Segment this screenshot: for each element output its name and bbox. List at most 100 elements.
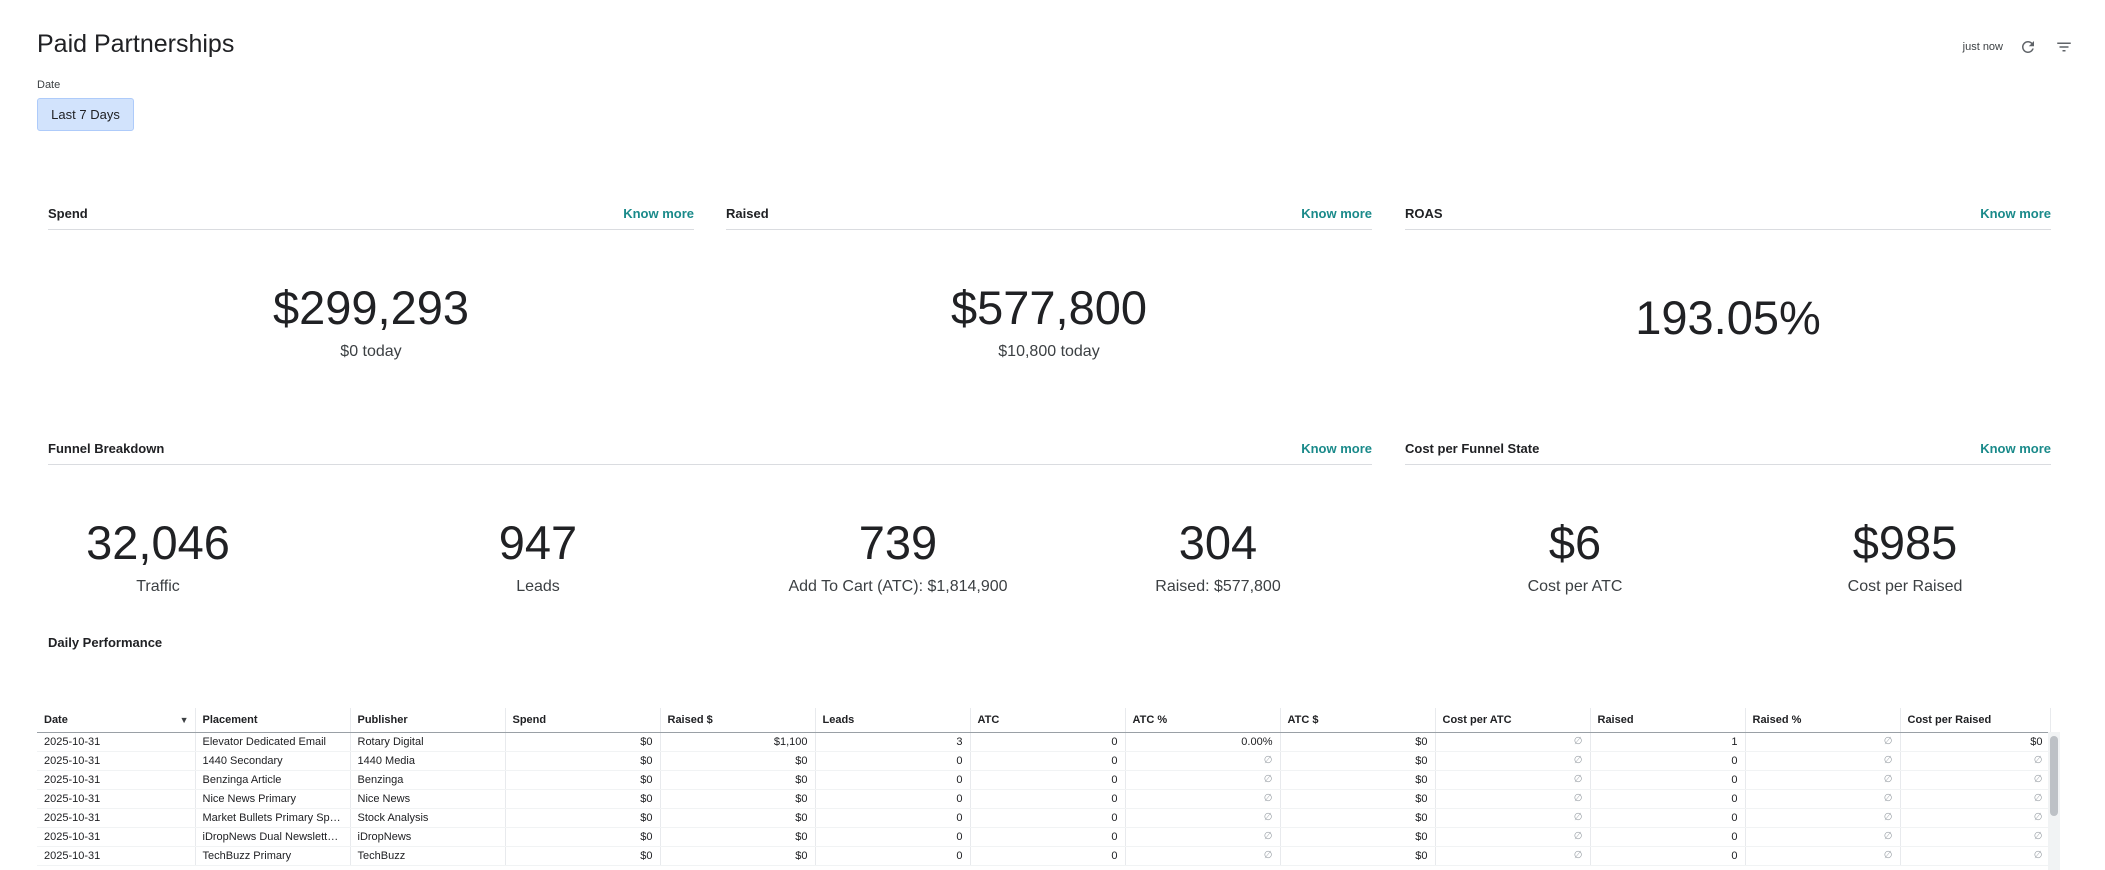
table-cell: ∅ — [1745, 846, 1901, 866]
table-cell: $0 — [660, 808, 816, 828]
atc-metric: 739 Add To Cart (ATC): $1,814,900 — [748, 519, 1048, 596]
card-title: Funnel Breakdown — [48, 441, 165, 456]
table-cell: 2025-10-31 — [37, 846, 196, 866]
table-cell: $0 — [505, 732, 661, 752]
table-cell: ∅ — [1745, 808, 1901, 828]
leads-metric: 947 Leads — [418, 519, 658, 596]
metric-value: $985 — [1852, 516, 1958, 569]
table-cell: $0 — [1900, 732, 2051, 752]
traffic-metric: 32,046 Traffic — [38, 519, 278, 596]
card-title: ROAS — [1405, 206, 1443, 221]
card-header: ROAS Know more — [1405, 206, 2051, 230]
spend-metric: $299,293 $0 today — [48, 284, 694, 361]
know-more-link[interactable]: Know more — [1980, 206, 2051, 221]
metric-label: Cost per Raised — [1847, 578, 1963, 595]
daily-performance-table: Date ▼ Placement Publisher Spend Raised $… — [37, 708, 2060, 870]
table-row[interactable]: 2025-10-31iDropNews Dual Newsletter Spon… — [37, 827, 2051, 847]
table-cell: $0 — [505, 789, 661, 809]
metric-value: 193.05% — [1635, 291, 1821, 344]
metric-label: Cost per ATC — [1527, 578, 1623, 595]
table-header-row: Date ▼ Placement Publisher Spend Raised $… — [37, 708, 2051, 733]
table-cell: ∅ — [1125, 770, 1281, 790]
table-cell: $0 — [505, 846, 661, 866]
page-title: Paid Partnerships — [37, 30, 235, 58]
table-cell: ∅ — [1435, 770, 1591, 790]
table-cell: 0 — [1590, 846, 1746, 866]
table-cell: Nice News Primary — [195, 789, 351, 809]
column-header-placement[interactable]: Placement — [195, 708, 351, 733]
table-cell: 0 — [815, 808, 971, 828]
table-cell: ∅ — [1435, 789, 1591, 809]
table-row[interactable]: 2025-10-31 Benzinga Article Benzinga $0 $0 0 0… — [37, 770, 2051, 790]
metric-value: 32,046 — [86, 516, 230, 569]
know-more-link[interactable]: Know more — [623, 206, 694, 221]
table-cell: ∅ — [1900, 789, 2051, 809]
filter-icon[interactable] — [2053, 36, 2075, 58]
table-cell: 2025-10-31 — [37, 751, 196, 771]
know-more-link[interactable]: Know more — [1301, 206, 1372, 221]
column-header-atc-dollars[interactable]: ATC $ — [1280, 708, 1436, 733]
date-filter-button[interactable]: Last 7 Days — [37, 98, 134, 131]
know-more-link[interactable]: Know more — [1301, 441, 1372, 456]
table-cell: $0 — [1280, 789, 1436, 809]
table-cell: ∅ — [1745, 751, 1901, 771]
table-row[interactable]: 2025-10-31 Nice News Primary Nice News $0 $0… — [37, 789, 2051, 809]
table-cell: 1440 Media — [350, 751, 506, 771]
column-header-atc[interactable]: ATC — [970, 708, 1126, 733]
vertical-scrollbar[interactable] — [2048, 732, 2060, 870]
raised-metric: $577,800 $10,800 today — [726, 284, 1372, 361]
table-cell: Elevator Dedicated Email — [195, 732, 351, 752]
raised-count-metric: 304 Raised: $577,800 — [1098, 519, 1338, 596]
table-cell: 0 — [970, 808, 1126, 828]
table-row[interactable]: 2025-10-31 1440 Secondary 1440 Media $0 $0 0 0… — [37, 751, 2051, 771]
table-cell: ∅ — [1745, 789, 1901, 809]
table-cell: ∅ — [1745, 827, 1901, 847]
table-cell: Nice News — [350, 789, 506, 809]
table-cell: 3 — [815, 732, 971, 752]
table-cell: ∅ — [1745, 732, 1901, 752]
table-cell: 0 — [970, 751, 1126, 771]
table-cell: iDropNews Dual Newsletter Sponsor — [195, 827, 351, 847]
metric-value: $299,293 — [272, 281, 470, 334]
column-header-spend[interactable]: Spend — [505, 708, 661, 733]
table-cell: ∅ — [1125, 827, 1281, 847]
date-filter-label: Date — [37, 79, 61, 91]
table-cell: Benzinga Article — [195, 770, 351, 790]
table-row[interactable]: 2025-10-31 Elevator Dedicated Email Rotary… — [37, 732, 2051, 752]
column-header-leads[interactable]: Leads — [815, 708, 971, 733]
table-cell: 0 — [970, 789, 1126, 809]
scrollbar-thumb[interactable] — [2050, 736, 2058, 816]
refresh-icon[interactable] — [2017, 36, 2039, 58]
table-cell: Benzinga — [350, 770, 506, 790]
table-row[interactable]: 2025-10-31 Market Bullets Primary Sponsor… — [37, 808, 2051, 828]
table-row[interactable]: 2025-10-31 TechBuzz Primary TechBuzz $0 $0 0 0… — [37, 846, 2051, 866]
table-cell: Rotary Digital — [350, 732, 506, 752]
table-cell: ∅ — [1125, 808, 1281, 828]
column-header-date[interactable]: Date ▼ — [37, 708, 196, 733]
table-cell: ∅ — [1900, 751, 2051, 771]
column-header-cost-per-raised[interactable]: Cost per Raised — [1900, 708, 2051, 733]
table-cell: $0 — [1280, 732, 1436, 752]
funnel-breakdown-card: Funnel Breakdown Know more 32,046 Traffi… — [48, 441, 1372, 601]
table-cell: 2025-10-31 — [37, 827, 196, 847]
table-cell: $0 — [660, 827, 816, 847]
chevron-down-icon[interactable]: ▼ — [180, 715, 189, 725]
table-cell: 0 — [970, 827, 1126, 847]
column-header-cost-per-atc[interactable]: Cost per ATC — [1435, 708, 1591, 733]
know-more-link[interactable]: Know more — [1980, 441, 2051, 456]
column-header-publisher[interactable]: Publisher — [350, 708, 506, 733]
card-header: Cost per Funnel State Know more — [1405, 441, 2051, 465]
column-header-raised-dollars[interactable]: Raised $ — [660, 708, 816, 733]
column-header-atc-percent[interactable]: ATC % — [1125, 708, 1281, 733]
column-header-raised-percent[interactable]: Raised % — [1745, 708, 1901, 733]
table-cell: $1,100 — [660, 732, 816, 752]
table-cell: $0 — [660, 751, 816, 771]
table-cell: $0 — [660, 789, 816, 809]
table-cell: ∅ — [1435, 732, 1591, 752]
table-cell: 0 — [1590, 808, 1746, 828]
table-cell: 0 — [815, 789, 971, 809]
column-header-raised[interactable]: Raised — [1590, 708, 1746, 733]
metric-label: Raised: $577,800 — [1155, 578, 1281, 595]
table-cell: 0 — [815, 827, 971, 847]
metric-subtext: $10,800 today — [998, 343, 1100, 360]
